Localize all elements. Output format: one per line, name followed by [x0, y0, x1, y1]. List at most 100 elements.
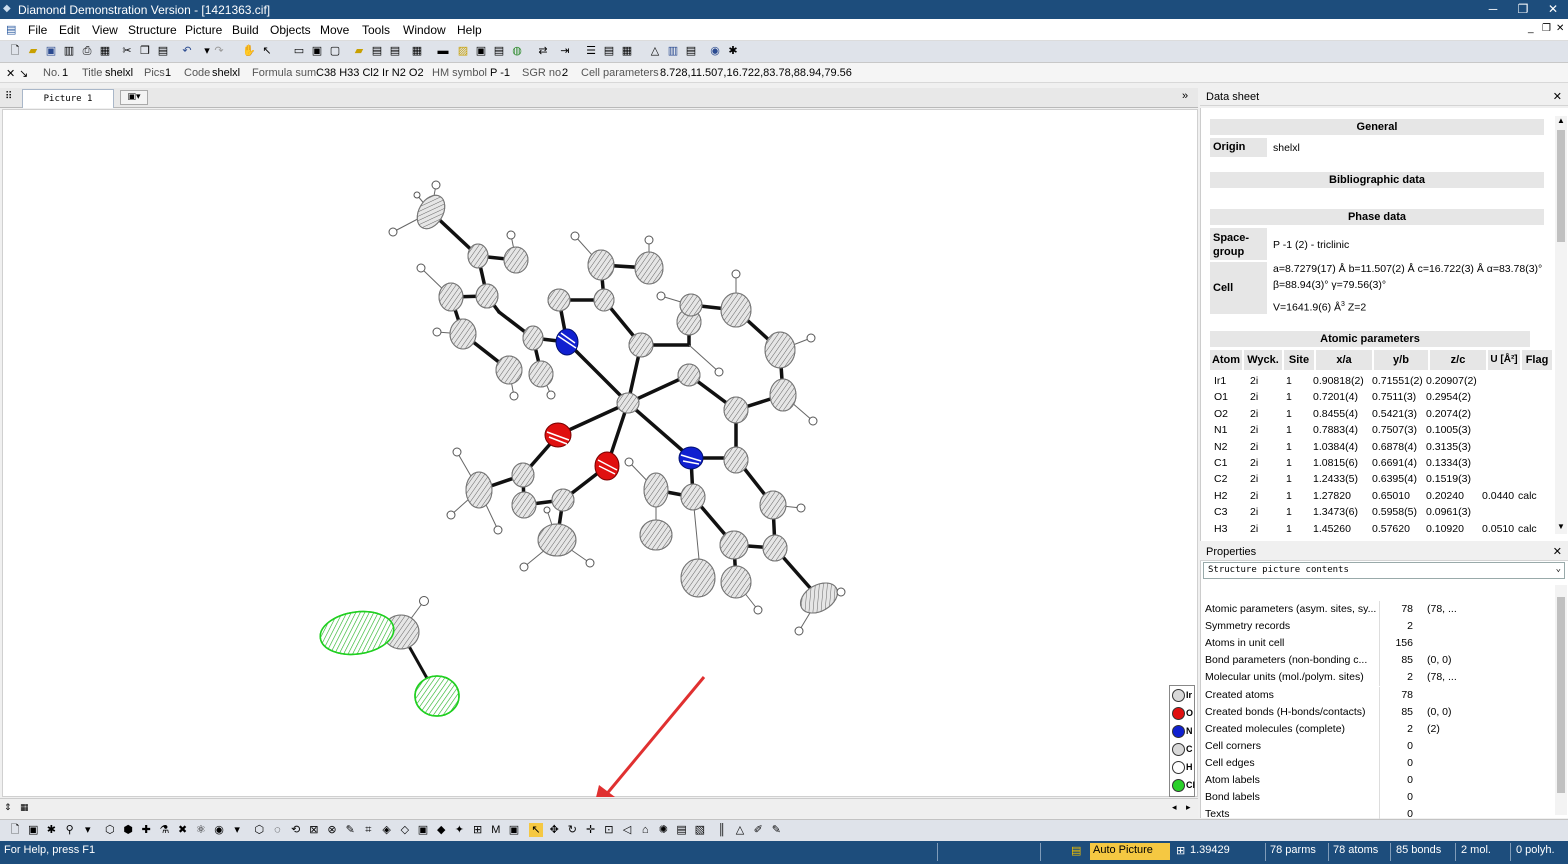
star-icon[interactable]: ✦: [452, 823, 466, 837]
view-2-icon[interactable]: ▣: [310, 44, 324, 58]
scroll-left-icon[interactable]: ◂: [1172, 802, 1177, 813]
redo-icon[interactable]: ↷: [212, 44, 226, 58]
structure-canvas[interactable]: Ir O N C H Cl: [2, 109, 1198, 797]
data-sheet-scrollbar[interactable]: ▲ ▼: [1555, 116, 1567, 534]
menu-window[interactable]: Window: [403, 23, 446, 37]
close-structure-icon[interactable]: ✕: [6, 67, 15, 80]
triangle-icon[interactable]: △: [733, 823, 747, 837]
image-icon[interactable]: ▣: [507, 823, 521, 837]
property-row[interactable]: Cell corners 0: [1205, 737, 1457, 755]
hand-icon[interactable]: ✋: [242, 44, 256, 58]
menu-file[interactable]: File: [28, 23, 47, 37]
spin-icon[interactable]: ✺: [656, 823, 670, 837]
pointer-icon[interactable]: ↖: [260, 44, 274, 58]
stack-icon[interactable]: ▤: [675, 823, 689, 837]
window-icon[interactable]: ▣: [474, 44, 488, 58]
spectrum-icon[interactable]: ▤: [684, 44, 698, 58]
close-icon[interactable]: ✕: [1538, 1, 1568, 18]
black-rect-icon[interactable]: ▬: [436, 44, 450, 58]
view-3-icon[interactable]: ▢: [328, 44, 342, 58]
drag-handle-icon[interactable]: ⠿: [5, 91, 12, 102]
mdi-minimize-icon[interactable]: _: [1528, 23, 1534, 34]
atom-row[interactable]: O2 2i 1 0.8455(4) 0.5421(3) 0.2074(2): [1210, 406, 1544, 422]
molecule-view[interactable]: [1, 109, 1197, 797]
view-1-icon[interactable]: ▭: [292, 44, 306, 58]
cut-icon[interactable]: ✂: [120, 44, 134, 58]
menu-view[interactable]: View: [92, 23, 118, 37]
property-row[interactable]: Created atoms 78: [1205, 686, 1457, 704]
rotate-view-icon[interactable]: ↻: [565, 823, 579, 837]
dropdown-icon[interactable]: ▾: [81, 823, 95, 837]
print-preview-icon[interactable]: ▥: [62, 44, 76, 58]
molecule-icon[interactable]: ⚗: [157, 823, 171, 837]
build-icon[interactable]: ✱: [44, 823, 58, 837]
cross-icon[interactable]: ⊗: [325, 823, 339, 837]
polyhedron-icon[interactable]: ⬢: [121, 823, 135, 837]
mdi-restore-icon[interactable]: ❐: [1542, 23, 1551, 34]
atom-row[interactable]: O1 2i 1 0.7201(4) 0.7511(3) 0.2954(2): [1210, 389, 1544, 405]
new-picture-dropdown[interactable]: ▣▾: [120, 90, 148, 105]
ring-icon[interactable]: ⬡: [252, 823, 266, 837]
diamond-icon[interactable]: ◈: [380, 823, 394, 837]
properties-combo[interactable]: Structure picture contents ⌄: [1203, 562, 1565, 579]
bars-icon[interactable]: ║: [715, 823, 729, 837]
property-row[interactable]: Atomic parameters (asym. sites, sy... 78 (…: [1205, 601, 1457, 618]
paste-icon[interactable]: ▤: [156, 44, 170, 58]
grid-icon[interactable]: ⌗: [361, 823, 375, 837]
help-globe-icon[interactable]: ◉: [708, 44, 722, 58]
atom-row[interactable]: C1 2i 1 1.0815(6) 0.6691(4) 0.1334(3): [1210, 455, 1544, 471]
undo-icon[interactable]: ↶: [180, 44, 194, 58]
menu-objects[interactable]: Objects: [270, 23, 311, 37]
atom-row[interactable]: C2 2i 1 1.2433(5) 0.6395(4) 0.1519(3): [1210, 471, 1544, 487]
circle-icon[interactable]: ◌: [270, 823, 284, 837]
menu-build[interactable]: Build: [232, 23, 259, 37]
print-icon[interactable]: ⎙: [80, 44, 94, 58]
data-sheet-panel[interactable]: General Origin shelxl Bibliographic data…: [1200, 108, 1568, 541]
triangle-icon[interactable]: △: [648, 44, 662, 58]
data-sheet-close-icon[interactable]: ✕: [1553, 90, 1562, 103]
property-row[interactable]: Symmetry records 2: [1205, 618, 1457, 636]
arrows-icon[interactable]: ⇄: [536, 44, 550, 58]
status-mode[interactable]: Auto Picture: [1090, 843, 1170, 860]
property-row[interactable]: Molecular units (mol./polym. sites) 2 (78,…: [1205, 669, 1457, 687]
move-icon[interactable]: ✥: [547, 823, 561, 837]
select-pointer-icon[interactable]: ↖: [529, 823, 543, 837]
atom-row[interactable]: H2 2i 1 1.27820 0.65010 0.20240 0.0440 calc: [1210, 488, 1544, 504]
list-2-icon[interactable]: ▤: [602, 44, 616, 58]
fit-icon[interactable]: ⊡: [602, 823, 616, 837]
property-row[interactable]: Cell edges 0: [1205, 754, 1457, 772]
search-icon[interactable]: ⚲: [63, 823, 77, 837]
pen-icon[interactable]: ✐: [751, 823, 765, 837]
properties-panel[interactable]: Structure picture contents ⌄ Atomic param…: [1200, 561, 1568, 824]
folder-1-icon[interactable]: ▰: [352, 44, 366, 58]
folder-3-icon[interactable]: ▤: [388, 44, 402, 58]
new-icon[interactable]: 🗋: [8, 44, 22, 58]
property-row[interactable]: Bond parameters (non-bonding c... 85 (0, 0…: [1205, 652, 1457, 670]
cell-icon[interactable]: ⊞: [471, 823, 485, 837]
save-icon[interactable]: ▣: [44, 44, 58, 58]
restore-icon[interactable]: ❐: [1508, 1, 1538, 18]
menu-move[interactable]: Move: [320, 23, 349, 37]
sphere-icon[interactable]: ◉: [212, 823, 226, 837]
atom-row[interactable]: H3 2i 1 1.45260 0.57620 0.10920 0.0510 calc: [1210, 521, 1544, 537]
file-icon[interactable]: 🗋: [8, 823, 22, 837]
atom-row[interactable]: N2 2i 1 1.0384(4) 0.6878(4) 0.3135(3): [1210, 439, 1544, 455]
grid-toggle-icon[interactable]: ▦: [20, 802, 29, 813]
grid-icon[interactable]: ▦: [410, 44, 424, 58]
dropdown-icon[interactable]: ▾: [230, 823, 244, 837]
property-row[interactable]: Bond labels 0: [1205, 789, 1457, 807]
property-row[interactable]: Created molecules (complete) 2 (2): [1205, 720, 1457, 738]
fill-icon[interactable]: ◆: [434, 823, 448, 837]
atom-row[interactable]: N1 2i 1 0.7883(4) 0.7507(3) 0.1005(3): [1210, 422, 1544, 438]
left-icon[interactable]: ◁: [620, 823, 634, 837]
tab-picture-1[interactable]: Picture 1: [22, 89, 114, 108]
property-row[interactable]: Created bonds (H-bonds/contacts) 85 (0, 0): [1205, 703, 1457, 721]
view-icon[interactable]: ▣: [26, 823, 40, 837]
menu-picture[interactable]: Picture: [185, 23, 222, 37]
property-row[interactable]: Atoms in unit cell 156: [1205, 635, 1457, 653]
horizontal-scroll-area[interactable]: ⇕ ▦ ◂ ▸: [0, 798, 1198, 818]
menu-help[interactable]: Help: [457, 23, 482, 37]
minimize-icon[interactable]: ─: [1478, 1, 1508, 18]
scroll-right-icon[interactable]: ▸: [1186, 802, 1191, 813]
properties-scrollbar[interactable]: [1555, 585, 1567, 815]
